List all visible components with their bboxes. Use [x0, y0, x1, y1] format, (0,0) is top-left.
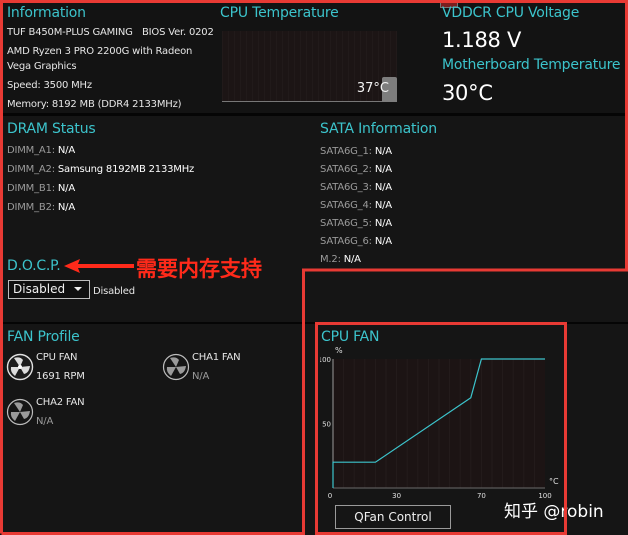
- sata-port: SATA6G_2: N/A: [320, 164, 392, 175]
- port-value: N/A: [374, 164, 392, 175]
- cpu-temperature-value: 37°C: [356, 81, 389, 96]
- cpu-speed: Speed: 3500 MHz: [7, 80, 92, 91]
- dram-slot: DIMM_B2: N/A: [7, 202, 75, 213]
- port-label: SATA6G_4:: [320, 200, 372, 211]
- docp-status: Disabled: [93, 286, 135, 297]
- y-tick-label: 100: [320, 356, 331, 364]
- port-value: N/A: [374, 182, 392, 193]
- cpu-temperature-title: CPU Temperature: [220, 5, 339, 21]
- port-value: N/A: [374, 218, 392, 229]
- cpu-fan-curve-title: CPU FAN: [321, 329, 380, 345]
- port-label: SATA6G_3:: [320, 182, 372, 193]
- port-label: M.2:: [320, 254, 341, 265]
- information-title: Information: [7, 5, 86, 21]
- port-value: N/A: [374, 200, 392, 211]
- slot-label: DIMM_B1:: [7, 183, 55, 194]
- divider: [0, 113, 628, 116]
- fan-icon: [6, 398, 34, 426]
- board-name: TUF B450M-PLUS GAMING: [7, 27, 133, 38]
- sata-port: SATA6G_6: N/A: [320, 236, 392, 247]
- graph-baseline: [222, 101, 397, 102]
- port-value: N/A: [374, 236, 392, 247]
- slot-value: Samsung 8192MB 2133MHz: [57, 164, 195, 175]
- slot-value: N/A: [57, 183, 75, 194]
- sata-information-title: SATA Information: [320, 121, 437, 137]
- divider: [0, 322, 304, 324]
- sata-port: SATA6G_4: N/A: [320, 200, 392, 211]
- docp-selected-value: Disabled: [13, 282, 66, 296]
- port-label: SATA6G_5:: [320, 218, 372, 229]
- sata-port: M.2: N/A: [320, 254, 361, 265]
- dram-slot: DIMM_A1: N/A: [7, 145, 75, 156]
- port-value: N/A: [374, 146, 392, 157]
- fan-speed: 1691 RPM: [36, 371, 85, 382]
- x-tick-label: 30: [392, 492, 401, 500]
- fan-name: CPU FAN: [36, 352, 78, 363]
- sata-port: SATA6G_5: N/A: [320, 218, 392, 229]
- fan-curve-chart[interactable]: % °C 50100 03070100: [320, 345, 560, 505]
- qfan-control-button[interactable]: QFan Control: [335, 505, 451, 529]
- fan-speed: N/A: [36, 416, 54, 427]
- annotation-arrow-icon: [64, 259, 134, 273]
- fan-name: CHA2 FAN: [36, 397, 85, 408]
- divider: [304, 322, 628, 324]
- docp-title: D.O.C.P.: [7, 258, 61, 274]
- dram-status-title: DRAM Status: [7, 121, 96, 137]
- fan-active-icon: [6, 353, 34, 381]
- docp-select[interactable]: Disabled: [8, 280, 90, 299]
- port-label: SATA6G_6:: [320, 236, 372, 247]
- watermark: 知乎 @robin: [504, 502, 604, 522]
- fan-profile-title: FAN Profile: [7, 329, 80, 345]
- port-value: N/A: [343, 254, 361, 265]
- annotation-text: 需要内存支持: [136, 257, 262, 281]
- voltage-title: VDDCR CPU Voltage: [442, 5, 580, 21]
- cpu-model: AMD Ryzen 3 PRO 2200G with Radeon: [7, 46, 193, 57]
- mb-temperature-value: 30°C: [442, 81, 493, 105]
- x-tick-label: 0: [328, 492, 332, 500]
- port-label: SATA6G_1:: [320, 146, 372, 157]
- sata-port: SATA6G_1: N/A: [320, 146, 392, 157]
- x-axis-label: °C: [549, 477, 559, 486]
- fan-speed: N/A: [192, 371, 210, 382]
- mb-temperature-title: Motherboard Temperature: [442, 57, 621, 73]
- fan-icon: [162, 353, 190, 381]
- voltage-value: 1.188 V: [442, 28, 522, 52]
- port-label: SATA6G_2:: [320, 164, 372, 175]
- bios-version: BIOS Ver. 0202: [142, 27, 214, 38]
- cpu-temperature-graph: 37°C: [222, 31, 397, 102]
- chevron-down-icon: [74, 287, 82, 291]
- slot-value: N/A: [57, 202, 75, 213]
- slot-value: N/A: [57, 145, 75, 156]
- slot-label: DIMM_A1:: [7, 145, 55, 156]
- dram-slot: DIMM_A2: Samsung 8192MB 2133MHz: [7, 164, 194, 175]
- memory-info: Memory: 8192 MB (DDR4 2133MHz): [7, 99, 182, 110]
- slot-label: DIMM_B2:: [7, 202, 55, 213]
- fan-name: CHA1 FAN: [192, 352, 241, 363]
- y-tick-label: 50: [322, 421, 331, 429]
- sata-port: SATA6G_3: N/A: [320, 182, 392, 193]
- cpu-model-cont: Vega Graphics: [7, 61, 77, 72]
- fan-item-cha2[interactable]: CHA2 FAN N/A: [6, 397, 146, 431]
- x-tick-label: 70: [477, 492, 486, 500]
- fan-item-cha1[interactable]: CHA1 FAN N/A: [162, 352, 302, 386]
- y-axis-label: %: [335, 346, 343, 355]
- slot-label: DIMM_A2:: [7, 164, 55, 175]
- dram-slot: DIMM_B1: N/A: [7, 183, 75, 194]
- fan-item-cpu[interactable]: CPU FAN 1691 RPM: [6, 352, 146, 386]
